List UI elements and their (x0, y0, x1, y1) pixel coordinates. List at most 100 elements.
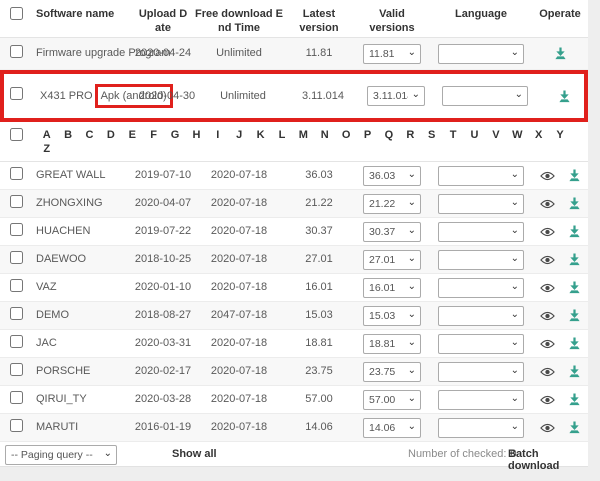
alphabet-letter[interactable]: L (271, 128, 292, 142)
alphabet-letter[interactable]: D (100, 128, 121, 142)
download-icon[interactable] (554, 47, 567, 60)
alphabet-letter[interactable]: R (400, 128, 421, 142)
eye-icon[interactable] (540, 367, 555, 377)
latest-version: 3.11.014 (288, 89, 358, 103)
language-select[interactable] (438, 418, 524, 438)
language-select[interactable] (438, 306, 524, 326)
row-checkbox[interactable] (10, 45, 23, 58)
language-select[interactable] (438, 390, 524, 410)
alphabet-letter[interactable]: Z (36, 142, 57, 156)
row-checkbox[interactable] (10, 279, 23, 292)
language-select[interactable] (442, 86, 528, 106)
alphabet-letter[interactable]: C (79, 128, 100, 142)
alphabet-letter[interactable]: Y (549, 128, 570, 142)
alphabet-letter[interactable]: G (164, 128, 185, 142)
show-all-button[interactable]: Show all (172, 448, 217, 460)
language-select[interactable] (438, 278, 524, 298)
alphabet-letter[interactable]: S (421, 128, 442, 142)
valid-version-select[interactable]: 30.37 (363, 222, 421, 242)
alphabet-row-checkbox[interactable] (10, 128, 23, 141)
alphabet-letter[interactable]: E (122, 128, 143, 142)
row-checkbox[interactable] (10, 307, 23, 320)
valid-version-select-wrap: 57.00⌄ (363, 390, 421, 410)
valid-version-select[interactable]: 27.01 (363, 250, 421, 270)
valid-version-select[interactable]: 15.03 (363, 306, 421, 326)
valid-version-select-wrap: 27.01⌄ (363, 250, 421, 270)
upload-date: 2020-04-30 (136, 89, 198, 103)
eye-icon[interactable] (540, 395, 555, 405)
select-all-checkbox[interactable] (10, 7, 23, 20)
valid-version-select[interactable]: 16.01 (363, 278, 421, 298)
eye-icon[interactable] (540, 423, 555, 433)
language-select[interactable] (438, 362, 524, 382)
download-icon[interactable] (568, 337, 581, 350)
valid-version-select[interactable]: 3.11.014 (367, 86, 425, 106)
alphabet-letter[interactable]: X (528, 128, 549, 142)
paging-query-select[interactable]: -- Paging query -- (5, 445, 117, 465)
valid-version-select[interactable]: 36.03 (363, 166, 421, 186)
valid-version-select[interactable]: 11.81 (363, 44, 421, 64)
table-row: PORSCHE 2020-02-17 2020-07-18 23.75 23.7… (0, 358, 588, 386)
language-select[interactable] (438, 44, 524, 64)
eye-icon[interactable] (540, 227, 555, 237)
valid-version-select[interactable]: 23.75 (363, 362, 421, 382)
alphabet-letter[interactable]: H (186, 128, 207, 142)
alphabet-letter[interactable]: U (464, 128, 485, 142)
alphabet-letter[interactable]: I (207, 128, 228, 142)
alphabet-letter[interactable]: N (314, 128, 335, 142)
alphabet-letter[interactable]: F (143, 128, 164, 142)
top-rows: Firmware upgrade Program 2020-04-24 Unli… (0, 38, 588, 122)
alphabet-letter[interactable]: J (229, 128, 250, 142)
alphabet-letter[interactable]: B (57, 128, 78, 142)
alphabet-letter[interactable]: T (442, 128, 463, 142)
download-icon[interactable] (568, 421, 581, 434)
row-checkbox[interactable] (10, 223, 23, 236)
software-name: Firmware upgrade Program (30, 46, 132, 60)
language-select[interactable] (438, 194, 524, 214)
download-icon[interactable] (568, 197, 581, 210)
valid-version-select[interactable]: 18.81 (363, 334, 421, 354)
language-select[interactable] (438, 334, 524, 354)
row-checkbox[interactable] (10, 419, 23, 432)
alphabet-letter[interactable]: A (36, 128, 57, 142)
row-checkbox[interactable] (10, 391, 23, 404)
row-checkbox[interactable] (10, 251, 23, 264)
download-icon[interactable] (568, 281, 581, 294)
language-select[interactable] (438, 222, 524, 242)
table-row: ZHONGXING 2020-04-07 2020-07-18 21.22 21… (0, 190, 588, 218)
alphabet-letter[interactable]: V (485, 128, 506, 142)
valid-version-select[interactable]: 21.22 (363, 194, 421, 214)
row-checkbox[interactable] (10, 195, 23, 208)
download-icon[interactable] (558, 90, 571, 103)
alphabet-letter[interactable]: O (335, 128, 356, 142)
eye-icon[interactable] (540, 171, 555, 181)
row-checkbox[interactable] (10, 335, 23, 348)
end-time: 2020-07-18 (194, 280, 284, 294)
download-icon[interactable] (568, 309, 581, 322)
eye-icon[interactable] (540, 283, 555, 293)
valid-version-select-wrap: 18.81⌄ (363, 334, 421, 354)
alphabet-letter[interactable]: W (507, 128, 528, 142)
download-icon[interactable] (568, 225, 581, 238)
alphabet-letter[interactable]: P (357, 128, 378, 142)
eye-icon[interactable] (540, 339, 555, 349)
language-select[interactable] (438, 250, 524, 270)
download-icon[interactable] (568, 365, 581, 378)
eye-icon[interactable] (540, 255, 555, 265)
valid-version-select[interactable]: 14.06 (363, 418, 421, 438)
batch-download-button[interactable]: Batch download (508, 448, 588, 472)
valid-version-select-wrap: 23.75⌄ (363, 362, 421, 382)
valid-version-select[interactable]: 57.00 (363, 390, 421, 410)
download-icon[interactable] (568, 253, 581, 266)
row-checkbox[interactable] (10, 363, 23, 376)
download-icon[interactable] (568, 169, 581, 182)
row-checkbox[interactable] (10, 87, 23, 100)
alphabet-letter[interactable]: Q (378, 128, 399, 142)
eye-icon[interactable] (540, 199, 555, 209)
alphabet-letter[interactable]: K (250, 128, 271, 142)
alphabet-letter[interactable]: M (293, 128, 314, 142)
eye-icon[interactable] (540, 311, 555, 321)
language-select[interactable] (438, 166, 524, 186)
row-checkbox[interactable] (10, 167, 23, 180)
download-icon[interactable] (568, 393, 581, 406)
